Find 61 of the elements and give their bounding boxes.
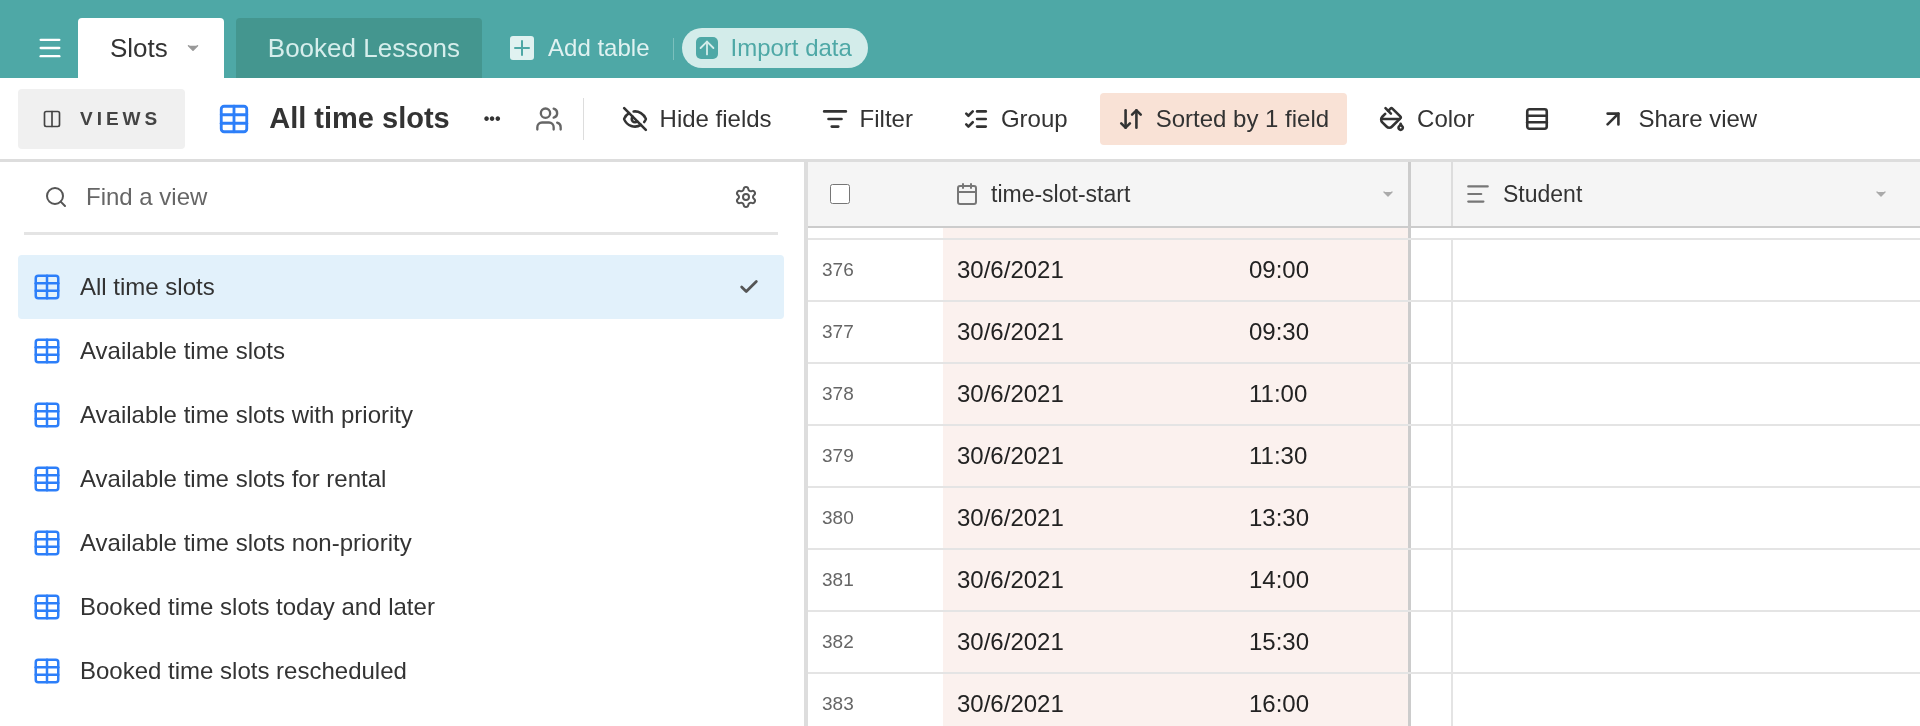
date-value: 30/6/2021	[957, 256, 1065, 284]
toolbar-button[interactable]: Share view	[1582, 92, 1776, 145]
search-field[interactable]: Find a view	[84, 182, 718, 212]
more-button[interactable]: •••	[483, 109, 501, 128]
date-value: 30/6/2021	[957, 504, 1065, 532]
column-header[interactable]: Student	[1451, 162, 1901, 226]
date-value: 30/6/2021	[957, 380, 1065, 408]
view-item[interactable]: Booked time slots rescheduled	[18, 639, 784, 703]
time-value: 09:30	[1249, 318, 1310, 346]
sidebar-icon	[42, 108, 62, 129]
time-value: 09:00	[1249, 256, 1310, 284]
toolbar-button[interactable]: Group	[944, 92, 1086, 145]
toolbar-button[interactable]: Hide fields	[603, 92, 790, 145]
settings-icon[interactable]	[734, 185, 758, 209]
view-item[interactable]: All time slots	[18, 255, 784, 319]
date-value: 30/6/2021	[957, 442, 1065, 470]
row-height-icon	[1524, 105, 1551, 132]
toolbar-button[interactable]: Color	[1361, 92, 1493, 145]
calendar-icon	[955, 182, 979, 206]
grid-icon	[32, 656, 62, 686]
grid-icon	[32, 272, 62, 302]
grid-icon	[32, 592, 62, 622]
row-number: 378	[822, 383, 854, 405]
grid-icon	[32, 528, 62, 558]
row-number: 381	[822, 569, 854, 591]
date-value: 30/6/2021	[957, 628, 1065, 656]
toolbar-button[interactable]: Sorted by 1 field	[1099, 92, 1348, 145]
row-number: 380	[822, 507, 854, 529]
view-item[interactable]: Available time slots with priority	[18, 383, 784, 447]
time-value: 14:00	[1249, 566, 1310, 594]
time-value: 15:30	[1249, 628, 1310, 656]
row-number: 377	[822, 321, 854, 343]
view-item[interactable]: Available time slots non-priority	[18, 511, 784, 575]
search-icon	[44, 185, 68, 209]
time-value: 11:30	[1249, 442, 1308, 470]
grid-icon	[32, 336, 62, 366]
plus-icon	[510, 36, 535, 60]
time-value: 11:00	[1249, 380, 1308, 408]
row-number: 379	[822, 445, 854, 467]
toolbar-button[interactable]: Filter	[803, 92, 931, 145]
grid-icon	[32, 464, 62, 494]
views-button[interactable]: VIEWS	[18, 88, 186, 149]
time-value: 16:00	[1249, 690, 1310, 718]
row-number: 383	[822, 693, 854, 715]
view-item[interactable]: Booked time slots today and later	[18, 575, 784, 639]
date-value: 30/6/2021	[957, 318, 1065, 346]
view-item[interactable]: Available time slots	[18, 319, 784, 383]
table-tab[interactable]: Slots	[78, 18, 224, 78]
paint-bucket-icon	[1379, 105, 1406, 132]
grid-icon	[32, 400, 62, 430]
date-value: 30/6/2021	[957, 566, 1065, 594]
row-number: 376	[822, 259, 854, 281]
row-number: 382	[822, 631, 854, 653]
time-value: 13:30	[1249, 504, 1310, 532]
view-item[interactable]: Available time slots for rental	[18, 447, 784, 511]
select-all-checkbox[interactable]	[830, 184, 850, 204]
view-title: All time slots	[269, 102, 450, 135]
date-value: 30/6/2021	[957, 690, 1065, 718]
eye-off-icon	[621, 105, 648, 132]
upload-icon	[696, 37, 719, 59]
people-icon[interactable]	[534, 104, 563, 133]
